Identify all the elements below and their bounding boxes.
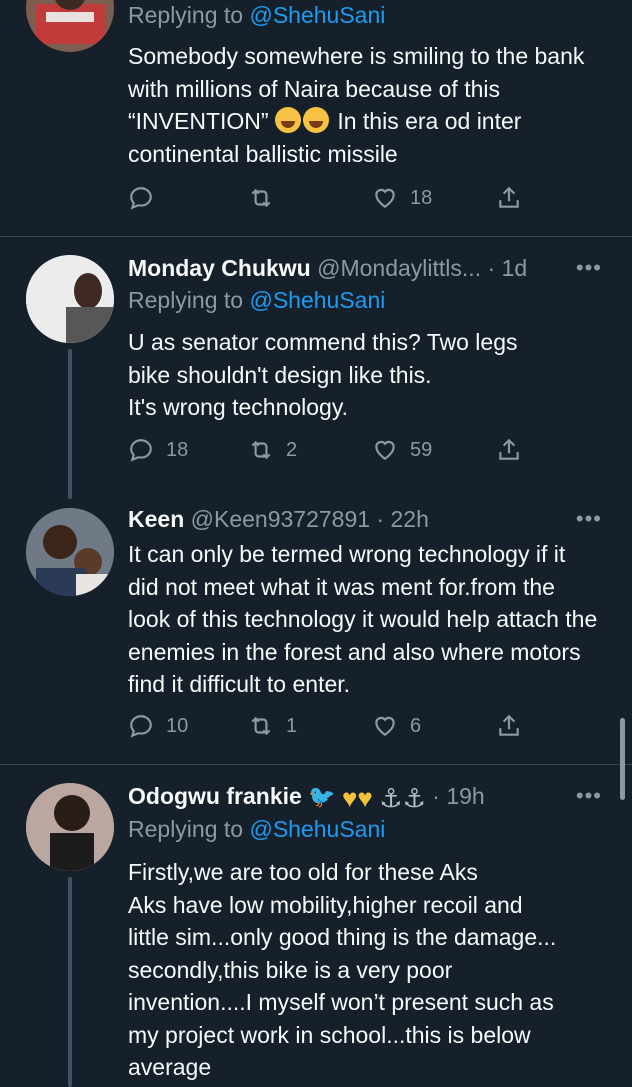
like-button[interactable]: 18 bbox=[372, 183, 432, 213]
tweet-header: Odogwu frankie 🐦 ♥♥ ⚓⚓ · 19h bbox=[128, 783, 592, 815]
laughing-emoji-icon bbox=[274, 107, 301, 133]
anchor-icon: ⚓ bbox=[402, 783, 426, 813]
more-options-button[interactable]: ••• bbox=[576, 255, 602, 281]
retweet-icon bbox=[251, 716, 271, 736]
retweet-icon bbox=[251, 188, 271, 208]
mention-link[interactable]: @ShehuSani bbox=[249, 2, 385, 28]
heart-icon bbox=[375, 440, 395, 460]
reply-button[interactable]: 10 bbox=[128, 711, 188, 741]
mention-link[interactable]: @ShehuSani bbox=[249, 287, 385, 313]
reply-button[interactable] bbox=[128, 183, 154, 213]
replying-to: Replying to @ShehuSani bbox=[128, 2, 386, 28]
timestamp[interactable]: · 1d bbox=[487, 255, 527, 281]
timestamp[interactable]: · 22h bbox=[376, 506, 428, 532]
tweet-actions: 18 bbox=[128, 183, 528, 213]
anchor-icon: ⚓ bbox=[379, 783, 403, 813]
tweet-text: Somebody somewhere is smiling to the ban… bbox=[128, 43, 585, 167]
like-count: 59 bbox=[410, 438, 433, 461]
tweet-text: It can only be termed wrong technology i… bbox=[128, 541, 598, 697]
mention-link[interactable]: @ShehuSani bbox=[249, 816, 385, 842]
user-handle[interactable]: @Mondaylittls... bbox=[317, 255, 481, 281]
scrollbar[interactable] bbox=[620, 718, 625, 800]
tweet-actions: 10 1 6 bbox=[128, 711, 528, 741]
display-name[interactable]: Monday Chukwu bbox=[128, 255, 311, 281]
like-count: 18 bbox=[410, 186, 433, 209]
yellow-heart-icon: ♥ bbox=[341, 783, 358, 813]
retweet-button[interactable] bbox=[248, 183, 274, 213]
tweet-1[interactable]: Replying to @ShehuSani Somebody somewher… bbox=[0, 0, 632, 236]
replying-to: Replying to @ShehuSani bbox=[128, 816, 386, 842]
display-name[interactable]: Odogwu frankie bbox=[128, 783, 302, 809]
reply-icon bbox=[130, 187, 152, 210]
user-handle[interactable]: @Keen93727891 bbox=[191, 506, 370, 532]
tweet-3[interactable]: Keen @Keen93727891 · 22h ••• It can only… bbox=[0, 502, 632, 764]
reply-icon bbox=[130, 715, 152, 738]
thread-line bbox=[68, 877, 72, 1087]
share-icon bbox=[499, 438, 519, 460]
avatar[interactable] bbox=[26, 508, 114, 596]
like-button[interactable]: 6 bbox=[372, 711, 421, 741]
laughing-emoji-icon bbox=[302, 107, 329, 133]
tweet-text: Firstly,we are too old for these Aks Aks… bbox=[128, 859, 557, 1080]
more-options-button[interactable]: ••• bbox=[576, 783, 602, 809]
share-button[interactable] bbox=[496, 183, 522, 213]
share-icon bbox=[499, 714, 519, 736]
tweet-text: U as senator commend this? Two legs bike… bbox=[128, 329, 518, 420]
timestamp[interactable]: · 19h bbox=[432, 783, 484, 809]
like-button[interactable]: 59 bbox=[372, 435, 432, 465]
retweet-button[interactable]: 1 bbox=[248, 711, 297, 741]
heart-icon bbox=[375, 716, 395, 736]
avatar[interactable] bbox=[26, 0, 114, 52]
share-button[interactable] bbox=[496, 435, 522, 465]
reply-count: 18 bbox=[166, 438, 189, 461]
display-name[interactable]: Keen bbox=[128, 506, 184, 532]
bird-icon: 🐦 bbox=[308, 784, 336, 809]
reply-button[interactable]: 18 bbox=[128, 435, 188, 465]
retweet-count: 1 bbox=[286, 714, 298, 737]
share-button[interactable] bbox=[496, 711, 522, 741]
tweet-actions: 18 2 59 bbox=[128, 435, 528, 465]
tweet-4[interactable]: Odogwu frankie 🐦 ♥♥ ⚓⚓ · 19h ••• Replyin… bbox=[0, 765, 632, 1087]
heart-icon bbox=[375, 188, 395, 208]
more-options-button[interactable]: ••• bbox=[576, 506, 602, 532]
replying-to: Replying to @ShehuSani bbox=[128, 287, 386, 313]
retweet-count: 2 bbox=[286, 438, 298, 461]
yellow-heart-icon: ♥ bbox=[357, 783, 373, 813]
tweet-header: Keen @Keen93727891 · 22h bbox=[128, 506, 592, 538]
reply-icon bbox=[130, 439, 152, 462]
avatar[interactable] bbox=[26, 255, 114, 343]
retweet-button[interactable]: 2 bbox=[248, 435, 297, 465]
like-count: 6 bbox=[410, 714, 422, 737]
avatar[interactable] bbox=[26, 783, 114, 871]
reply-count: 10 bbox=[166, 714, 189, 737]
tweet-2[interactable]: Monday Chukwu @Mondaylittls... · 1d ••• … bbox=[0, 237, 632, 502]
tweet-header: Monday Chukwu @Mondaylittls... · 1d bbox=[128, 255, 592, 287]
share-icon bbox=[499, 186, 519, 208]
thread-line bbox=[68, 349, 72, 499]
retweet-icon bbox=[251, 440, 271, 460]
